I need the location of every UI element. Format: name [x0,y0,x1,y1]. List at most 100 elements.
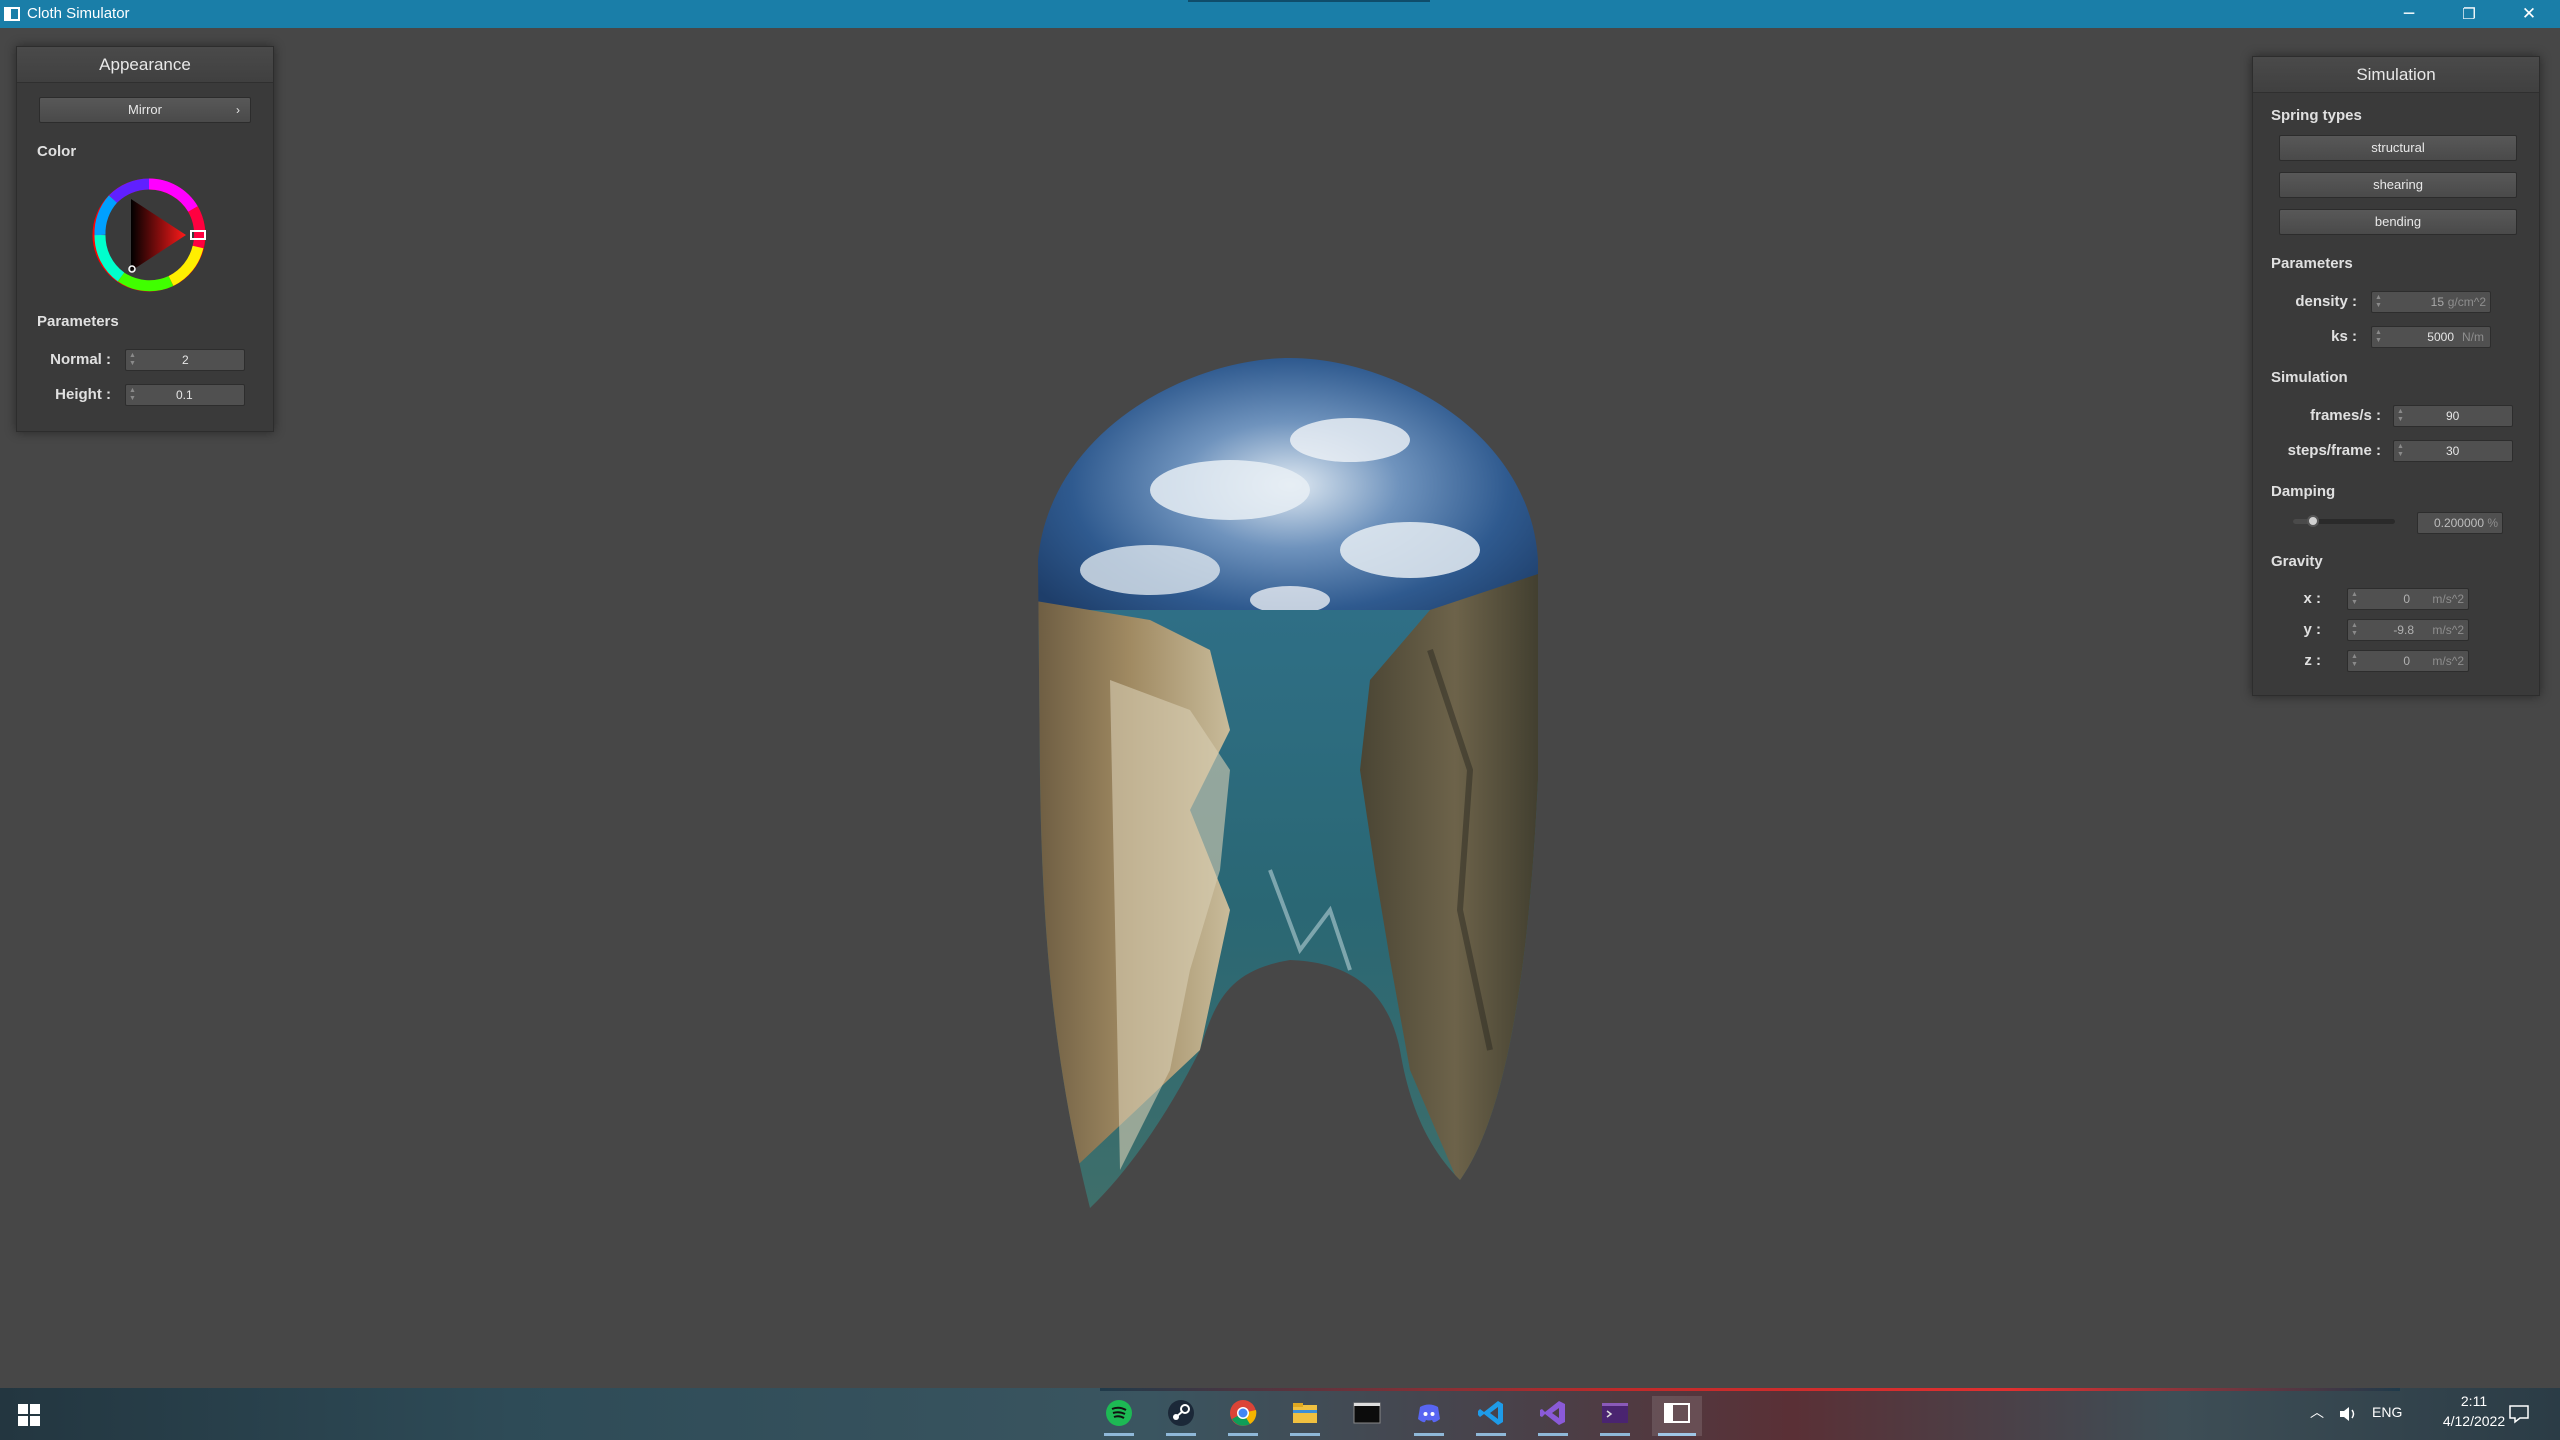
spinner-arrows-icon[interactable]: ▲ ▼ [2351,591,2359,607]
chrome-icon [1230,1400,1257,1426]
spinner-arrows-icon[interactable]: ▲ ▼ [2375,294,2383,310]
appearance-panel-title: Appearance [17,47,273,83]
bending-button[interactable]: bending [2279,209,2517,235]
chrome-taskbar-button[interactable] [1218,1396,1268,1436]
damping-slider-track[interactable] [2293,515,2395,527]
ks-label: ks : [2331,328,2357,345]
terminal-purple-icon [1602,1403,1628,1423]
spinner-arrows-icon[interactable]: ▲ ▼ [129,387,137,403]
steps-value: 30 [2446,444,2460,458]
spotify-icon [1106,1400,1132,1426]
close-button[interactable]: ✕ [2500,0,2558,28]
damping-section-title: Damping [2271,483,2336,500]
cloth-simulator-taskbar-button[interactable] [1652,1396,1702,1436]
maximize-button[interactable]: ❐ [2440,0,2498,28]
visual-studio-icon [1540,1401,1565,1425]
damping-unit: % [2487,516,2498,530]
fps-input[interactable]: ▲ ▼ 90 [2393,405,2513,427]
height-input[interactable]: ▲ ▼ 0.1 [125,384,245,406]
steps-label: steps/frame : [2287,442,2381,459]
notification-icon[interactable] [2508,1404,2530,1424]
appearance-panel: Appearance Mirror › Color Parameters Nor… [16,46,274,432]
normal-label: Normal : [50,351,111,368]
file-explorer-taskbar-button[interactable] [1280,1396,1330,1436]
spotify-taskbar-button[interactable] [1094,1396,1144,1436]
active-indicator [1600,1433,1630,1436]
window-title: Cloth Simulator [27,5,130,22]
spinner-arrows-icon[interactable]: ▲ ▼ [2397,408,2405,424]
steam-taskbar-button[interactable] [1156,1396,1206,1436]
active-indicator [1228,1433,1258,1436]
language-indicator[interactable]: ENG [2372,1404,2402,1420]
damping-value: 0.200000 [2433,516,2484,530]
vscode-taskbar-button[interactable] [1466,1396,1516,1436]
visual-studio-taskbar-button[interactable] [1528,1396,1578,1436]
gravity-y-unit: m/s^2 [2432,623,2464,637]
simulation-section-title: Simulation [2271,369,2348,386]
window-titlebar[interactable]: Cloth Simulator ─ ❐ ✕ [0,0,2560,28]
ks-value: 5000 [2427,330,2454,344]
fps-label: frames/s : [2310,407,2381,424]
cloth-simulator-icon [1664,1403,1690,1423]
active-indicator [1290,1433,1320,1436]
gravity-z-label: z : [2304,652,2321,669]
damping-slider-knob[interactable] [2307,515,2320,527]
minimize-button[interactable]: ─ [2380,0,2438,28]
gravity-x-unit: m/s^2 [2432,592,2464,606]
gravity-z-value: 0 [2403,654,2410,668]
normal-input[interactable]: ▲ ▼ 2 [125,349,245,371]
chevron-up-icon[interactable]: ︿ [2310,1402,2324,1422]
active-indicator [1166,1433,1196,1436]
gravity-x-label: x : [2303,590,2321,607]
simulation-panel: Simulation Spring types structural shear… [2252,56,2540,696]
density-unit: g/cm^2 [2447,295,2486,309]
ks-input[interactable]: ▲ ▼ 5000 N/m [2371,326,2491,348]
material-dropdown[interactable]: Mirror › [39,97,251,123]
spinner-arrows-icon[interactable]: ▲ ▼ [2351,653,2359,669]
gravity-z-unit: m/s^2 [2432,654,2464,668]
cloth-mesh[interactable] [1030,350,1550,1210]
gravity-y-label: y : [2303,621,2321,638]
active-indicator [1414,1433,1444,1436]
clock-time[interactable]: 2:11 [2438,1393,2510,1409]
app-icon [4,7,20,21]
volume-icon[interactable] [2338,1405,2358,1423]
structural-button[interactable]: structural [2279,135,2517,161]
density-input[interactable]: ▲ ▼ 15 g/cm^2 [2371,291,2491,313]
taskbar: ︿ ENG 2:11 4/12/2022 [0,1388,2560,1440]
gravity-y-input[interactable]: ▲ ▼ -9.8 m/s^2 [2347,619,2469,641]
clock-date[interactable]: 4/12/2022 [2438,1413,2510,1429]
shearing-button[interactable]: shearing [2279,172,2517,198]
height-label: Height : [55,386,111,403]
vscode-icon [1478,1401,1503,1425]
density-label: density : [2295,293,2357,310]
color-wheel[interactable] [91,177,207,293]
appearance-parameters-title: Parameters [37,313,119,330]
terminal-taskbar-button[interactable] [1342,1396,1392,1436]
spinner-arrows-icon[interactable]: ▲ ▼ [2375,329,2383,345]
gravity-z-input[interactable]: ▲ ▼ 0 m/s^2 [2347,650,2469,672]
height-value: 0.1 [176,388,193,402]
color-section-title: Color [37,143,77,160]
spinner-arrows-icon[interactable]: ▲ ▼ [129,352,137,368]
spinner-arrows-icon[interactable]: ▲ ▼ [2397,443,2405,459]
spring-types-title: Spring types [2271,107,2362,124]
normal-value: 2 [182,353,189,367]
steam-icon [1168,1400,1194,1426]
damping-input[interactable]: 0.200000 % [2417,512,2503,534]
discord-taskbar-button[interactable] [1404,1396,1454,1436]
steps-input[interactable]: ▲ ▼ 30 [2393,440,2513,462]
windows-start-icon[interactable] [18,1404,40,1426]
file-explorer-icon [1293,1403,1317,1423]
spinner-arrows-icon[interactable]: ▲ ▼ [2351,622,2359,638]
gravity-x-input[interactable]: ▲ ▼ 0 m/s^2 [2347,588,2469,610]
gravity-section-title: Gravity [2271,553,2323,570]
sim-parameters-title: Parameters [2271,255,2353,272]
terminal-icon [1353,1402,1381,1424]
chevron-right-icon: › [236,103,240,117]
terminal-purple-taskbar-button[interactable] [1590,1396,1640,1436]
discord-icon [1418,1404,1440,1423]
gravity-x-value: 0 [2403,592,2410,606]
ks-unit: N/m [2462,330,2484,344]
density-value: 15 [2430,295,2444,309]
